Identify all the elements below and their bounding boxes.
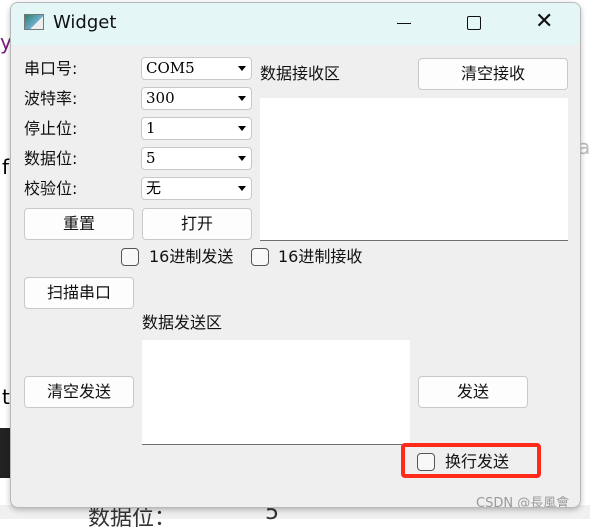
clear-send-button[interactable]: 清空发送 — [24, 376, 134, 408]
baud-label: 波特率: — [24, 89, 78, 108]
chevron-down-icon — [238, 66, 246, 71]
data-bits-value: 5 — [146, 149, 156, 167]
hex-receive-checkbox[interactable] — [251, 248, 269, 266]
chevron-down-icon — [238, 96, 246, 101]
widget-window: Widget ✕ 串口号: 波特率: 停止位: 数据位: 校验位: COM5 3… — [10, 2, 581, 508]
stop-bits-select[interactable]: 1 — [141, 117, 252, 140]
window-title: Widget — [53, 12, 117, 33]
newline-send-label[interactable]: 换行发送 — [445, 452, 509, 472]
parity-select[interactable]: 无 — [141, 177, 252, 200]
bg-text-fragment: f — [2, 155, 10, 179]
watermark: CSDN @長風會 — [476, 496, 570, 508]
send-area-label: 数据发送区 — [142, 313, 223, 332]
clear-receive-button[interactable]: 清空接收 — [418, 58, 568, 90]
chevron-down-icon — [238, 126, 246, 131]
maximize-icon[interactable] — [467, 16, 481, 30]
minimize-icon[interactable] — [397, 23, 411, 24]
data-bits-label: 数据位: — [24, 149, 78, 168]
chevron-down-icon — [238, 186, 246, 191]
send-textarea[interactable] — [142, 340, 410, 445]
hex-receive-label[interactable]: 16进制接收 — [278, 247, 362, 267]
newline-send-checkbox[interactable] — [417, 453, 435, 471]
baud-value: 300 — [146, 89, 175, 107]
parity-label: 校验位: — [24, 179, 78, 198]
close-icon[interactable]: ✕ — [535, 9, 553, 34]
parity-value: 无 — [146, 179, 162, 197]
scan-ports-button[interactable]: 扫描串口 — [24, 277, 134, 309]
bg-text-fragment: t — [2, 385, 10, 409]
hex-send-checkbox[interactable] — [121, 248, 139, 266]
stop-bits-value: 1 — [146, 119, 156, 137]
hex-send-label[interactable]: 16进制发送 — [149, 247, 233, 267]
receive-area-label: 数据接收区 — [260, 64, 341, 83]
port-label: 串口号: — [24, 59, 78, 78]
data-bits-select[interactable]: 5 — [141, 147, 252, 170]
stop-bits-label: 停止位: — [24, 119, 78, 138]
title-bar[interactable]: Widget ✕ — [11, 3, 580, 45]
port-select[interactable]: COM5 — [141, 57, 252, 80]
baud-select[interactable]: 300 — [141, 87, 252, 110]
reset-button[interactable]: 重置 — [24, 208, 134, 240]
chevron-down-icon — [238, 156, 246, 161]
send-button[interactable]: 发送 — [418, 376, 528, 408]
app-window-icon — [24, 14, 44, 30]
port-value: COM5 — [146, 59, 195, 77]
open-button[interactable]: 打开 — [142, 208, 252, 240]
receive-textarea[interactable] — [260, 98, 568, 241]
